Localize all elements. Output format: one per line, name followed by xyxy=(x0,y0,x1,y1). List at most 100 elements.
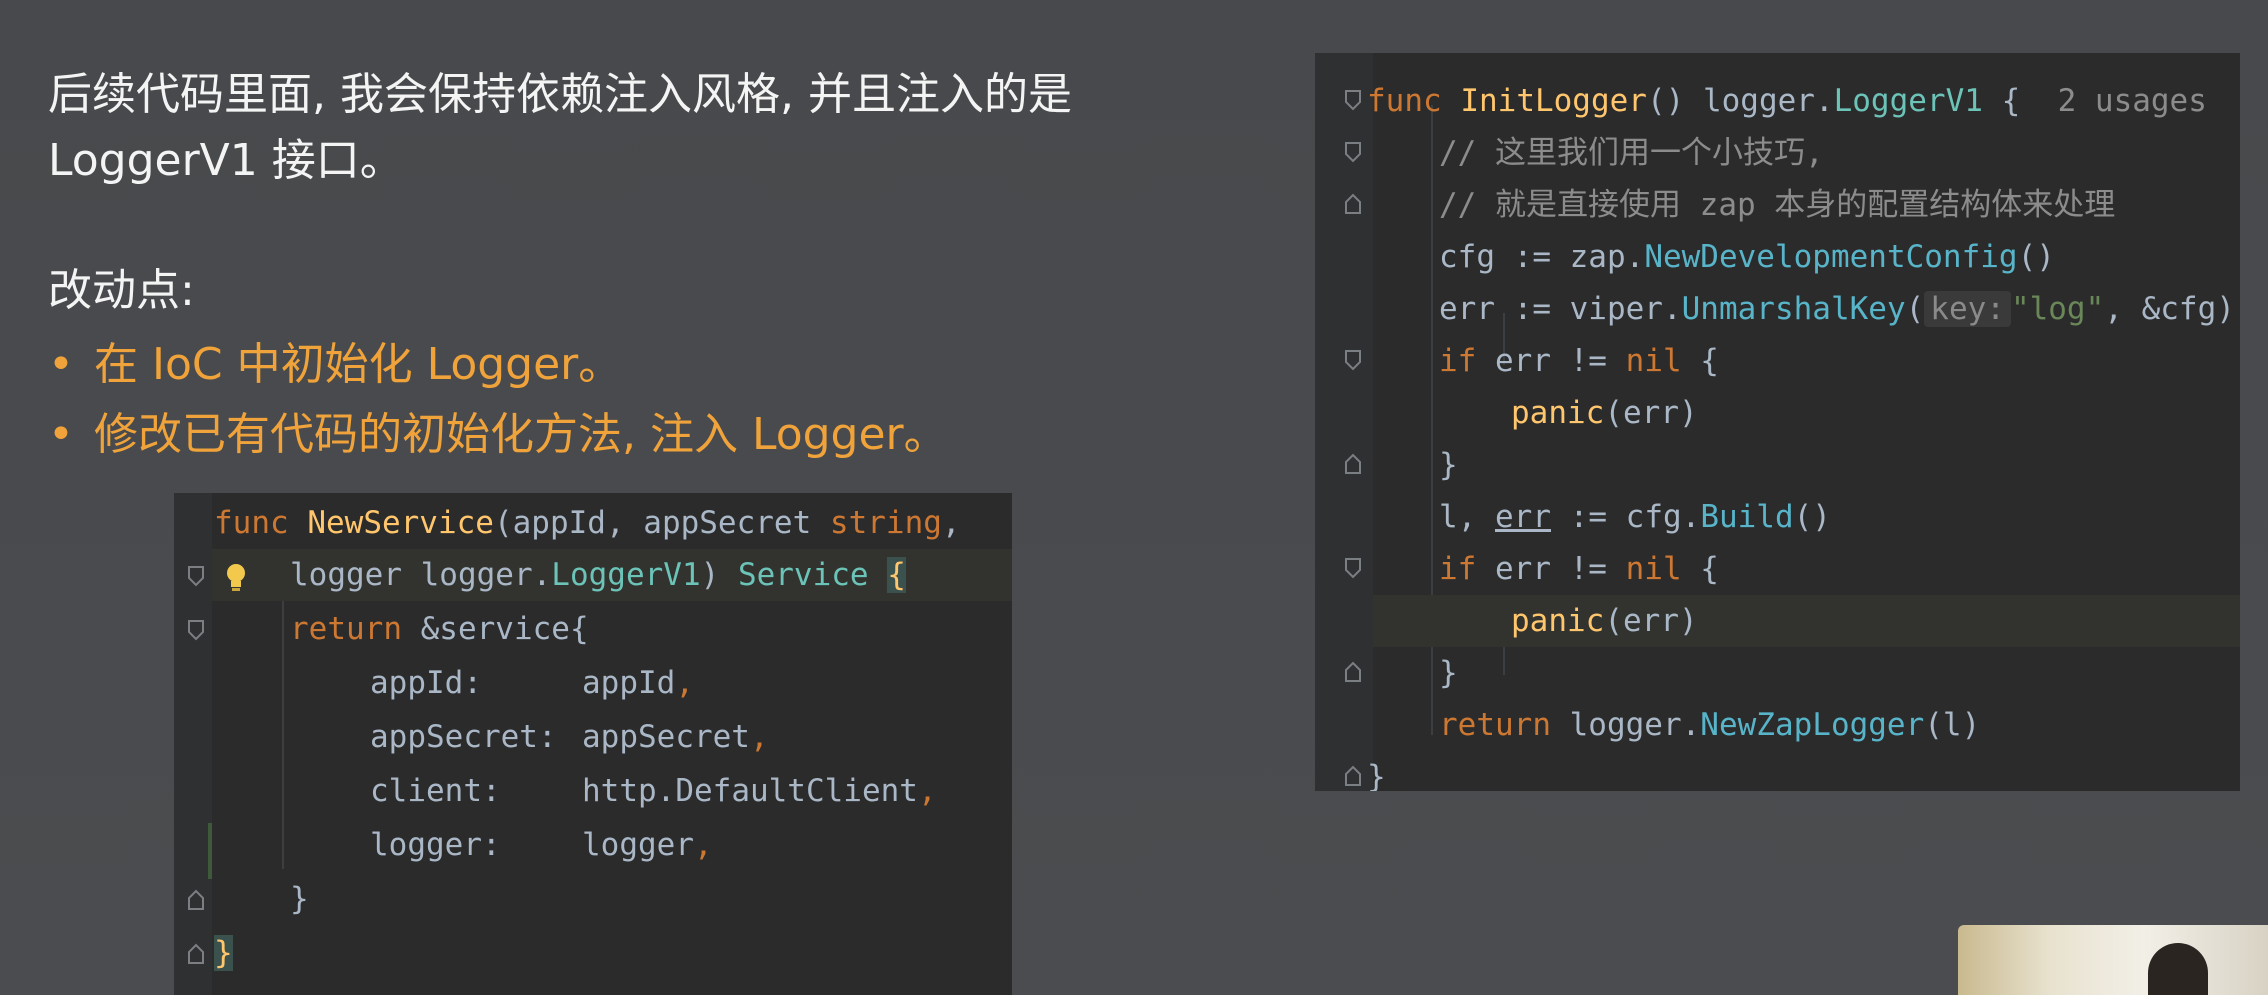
presenter-figure xyxy=(2148,943,2208,995)
code-line: func NewService(appId, appSecret string, xyxy=(214,497,1012,549)
code-token: http. xyxy=(582,773,676,809)
fold-icon[interactable] xyxy=(1343,557,1363,579)
code-line: return &service{ xyxy=(290,603,1012,655)
lightbulb-icon[interactable] xyxy=(224,563,248,593)
code-panel-init-logger: func InitLogger () logger. LoggerV1 { 2 us… xyxy=(1315,53,2240,791)
fold-icon[interactable] xyxy=(186,619,206,641)
code-token: return xyxy=(290,611,402,647)
code-token: logger. xyxy=(1550,707,1701,743)
code-token: { xyxy=(1982,83,2021,119)
code-token: appId: xyxy=(370,665,482,701)
changes-title: 改动点: xyxy=(48,265,195,316)
code-token: , xyxy=(941,505,961,541)
code-token: Service xyxy=(737,557,869,593)
code-token: &service{ xyxy=(401,611,589,647)
code-token: if xyxy=(1439,551,1477,587)
code-line: l, err := cfg.Build() xyxy=(1439,491,2240,543)
fold-icon[interactable] xyxy=(186,565,206,587)
code-line: } xyxy=(1439,439,2240,491)
code-token: { xyxy=(1681,551,1719,587)
code-token: DefaultClient xyxy=(675,773,918,809)
code-token: appSecret: xyxy=(370,719,557,755)
code-token: nil xyxy=(1625,551,1682,587)
code-token: if xyxy=(1439,343,1477,379)
code-token: panic xyxy=(1511,603,1605,639)
fold-icon[interactable] xyxy=(186,889,206,911)
code-token: LoggerV1 xyxy=(1833,83,1983,119)
code-token: (l) xyxy=(1924,707,1981,743)
code-comment: // 这里我们用一个小技巧, xyxy=(1439,135,1824,171)
fold-icon[interactable] xyxy=(1343,765,1363,787)
code-token: , xyxy=(693,827,713,863)
code-panel-new-service: func NewService(appId, appSecret string,… xyxy=(174,493,1012,995)
code-line: appId: appId, xyxy=(370,657,1012,709)
change-marker xyxy=(208,823,212,879)
code-token: err != xyxy=(1476,551,1626,587)
code-token: , xyxy=(675,665,694,701)
code-token: InitLogger xyxy=(1460,83,1647,119)
fold-icon[interactable] xyxy=(1343,661,1363,683)
code-token: err := viper. xyxy=(1439,291,1682,327)
webcam-overlay xyxy=(1958,925,2268,995)
intro-line-1: 后续代码里面, 我会保持依赖注入风格, 并且注入的是 xyxy=(48,69,1072,120)
code-token: } xyxy=(1439,447,1458,483)
fold-icon[interactable] xyxy=(186,943,206,965)
bullet-dot: • xyxy=(48,339,74,390)
code-token: , xyxy=(917,773,937,809)
code-token: , &cfg) xyxy=(2104,291,2235,327)
code-line: } xyxy=(214,927,1012,979)
code-token: appSecret xyxy=(582,719,750,755)
code-token: client: xyxy=(370,773,501,809)
fold-icon[interactable] xyxy=(1343,349,1363,371)
code-line: client: http.DefaultClient, xyxy=(370,765,1012,817)
code-line: func InitLogger() logger.LoggerV1 { 2 us… xyxy=(1367,75,2240,127)
bullet-item-inject: • 修改已有代码的初始化方法, 注入 Logger。 xyxy=(48,400,1248,470)
code-token: NewZapLogger xyxy=(1700,707,1925,743)
changes-list: • 在 IoC 中初始化 Logger。 • 修改已有代码的初始化方法, 注入 Lo… xyxy=(48,330,1248,470)
fold-icon[interactable] xyxy=(1343,453,1363,475)
indent-guide xyxy=(282,589,284,869)
code-line: } xyxy=(290,873,1012,925)
code-token: UnmarshalKey xyxy=(1681,291,1906,327)
code-line: if err != nil { xyxy=(1439,543,2240,595)
code-comment: // 就是直接使用 zap 本身的配置结构体来处理 xyxy=(1439,187,2116,223)
code-token: l, xyxy=(1439,499,1495,535)
code-token: nil xyxy=(1625,343,1682,379)
fold-icon[interactable] xyxy=(1343,141,1363,163)
code-token: "log" xyxy=(2010,291,2105,327)
fold-icon[interactable] xyxy=(1343,89,1363,111)
code-token: () xyxy=(2017,239,2055,275)
code-line: // 就是直接使用 zap 本身的配置结构体来处理 xyxy=(1439,179,2240,231)
code-token: logger logger. xyxy=(290,557,552,593)
code-token: return xyxy=(1439,707,1551,743)
code-token: ( xyxy=(1905,291,1925,327)
fold-icon[interactable] xyxy=(1343,193,1363,215)
code-token: logger xyxy=(582,827,694,863)
code-token: func xyxy=(214,505,308,541)
code-token: appId xyxy=(582,665,676,701)
code-token: err != xyxy=(1476,343,1626,379)
code-token: } xyxy=(1439,655,1458,691)
code-token: } xyxy=(290,881,309,917)
code-token: (appId, appSecret xyxy=(493,505,830,541)
code-token: func xyxy=(1367,83,1461,119)
code-token: (err) xyxy=(1604,395,1698,431)
code-token: panic xyxy=(1511,395,1605,431)
code-line-current[interactable]: logger logger.LoggerV1) Service { xyxy=(212,549,1012,601)
bullet-text: 修改已有代码的初始化方法, 注入 Logger。 xyxy=(94,409,948,460)
usages-hint[interactable]: 2 usages xyxy=(2058,83,2207,119)
intro-line-2: LoggerV1 接口。 xyxy=(48,135,404,186)
code-token: NewDevelopmentConfig xyxy=(1644,239,2018,275)
bullet-dot: • xyxy=(48,409,74,460)
code-line: } xyxy=(1439,647,2240,699)
code-token: string xyxy=(829,505,942,541)
code-token: logger: xyxy=(370,827,501,863)
code-token: { xyxy=(887,557,906,593)
code-line-current[interactable]: panic(err) xyxy=(1373,595,2240,647)
code-token: cfg := zap. xyxy=(1439,239,1645,275)
slide-text: 后续代码里面, 我会保持依赖注入风格, 并且注入的是 LoggerV1 接口。 … xyxy=(48,62,1248,470)
code-token: NewService xyxy=(307,505,494,541)
bullet-item-ioc: • 在 IoC 中初始化 Logger。 xyxy=(48,330,1248,400)
code-line: cfg := zap.NewDevelopmentConfig() xyxy=(1439,231,2240,283)
code-line: logger: logger, xyxy=(370,819,1012,871)
